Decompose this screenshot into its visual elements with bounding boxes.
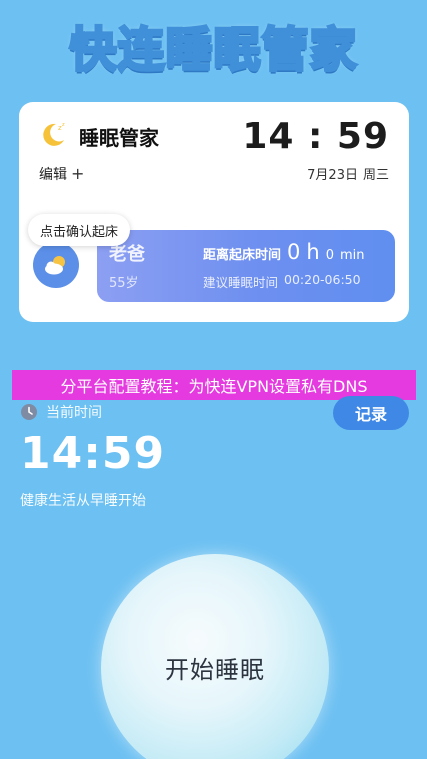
countdown-hours: 0 [287,240,301,264]
start-sleep-button[interactable]: 开始睡眠 [101,554,329,759]
moon-icon: z z [43,122,65,146]
countdown-min-unit: min [339,248,365,263]
plus-icon: + [71,164,85,183]
health-tagline: 健康生活从早睡开始 [20,493,146,509]
svg-text:z: z [62,122,65,128]
start-sleep-label: 开始睡眠 [165,656,265,684]
confirm-wake-tooltip[interactable]: 点击确认起床 [28,214,131,246]
current-time-label: 当前时间 [20,402,102,422]
card-title: 睡眠管家 [79,126,159,150]
countdown-minutes: 0 [325,248,334,263]
record-button[interactable]: 记录 [333,396,409,430]
weather-avatar[interactable] [33,242,79,288]
wake-countdown: 距离起床时间 0 h 0 min [203,240,365,264]
weather-icon [45,256,65,275]
countdown-label: 距离起床时间 [203,248,282,263]
suggest-range: 00:20-06:50 [284,272,361,287]
suggested-sleep: 建议睡眠时间 00:20-06:50 [203,272,361,291]
edit-button[interactable]: 编辑 + [39,164,84,184]
card-date: 7月23日 周三 [307,164,389,183]
current-time-value: 14:59 [20,428,166,479]
edit-label: 编辑 [39,167,67,183]
banner-title: 快连睡眠管家 [68,21,358,79]
app-banner: 快连睡眠管家 [0,12,427,79]
card-clock: 14 : 59 [242,116,389,157]
clock-icon [21,404,37,420]
person-age: 55岁 [109,276,139,291]
weekday-text: 周三 [362,168,389,183]
alarm-panel[interactable]: 老爸 55岁 距离起床时间 0 h 0 min 建议睡眠时间 00:20-06:… [97,230,395,302]
countdown-h-unit: h [306,240,320,264]
sleep-info-card: z z 睡眠管家 编辑 + 14 : 59 7月23日 周三 老爸 55岁 距离… [19,102,409,322]
suggest-label: 建议睡眠时间 [203,275,279,290]
current-time-text: 当前时间 [46,405,102,421]
date-text: 7月23日 [307,168,358,183]
